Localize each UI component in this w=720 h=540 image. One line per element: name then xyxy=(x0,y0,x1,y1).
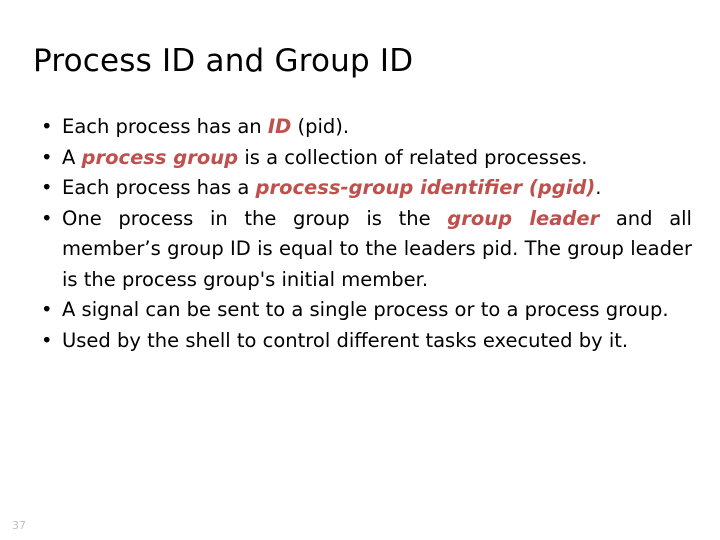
plain-text-run: (pid). xyxy=(291,115,350,138)
list-item: • Used by the shell to control different … xyxy=(30,326,692,357)
plain-text-run: Each process has a xyxy=(62,176,256,199)
list-item: • One process in the group is the group l… xyxy=(30,204,692,296)
bullet-dot-icon: • xyxy=(41,328,53,352)
plain-text-run: A xyxy=(62,145,82,169)
bullet-dot-icon: • xyxy=(41,298,53,321)
list-item-text: Each process has an ID (pid). xyxy=(62,115,349,138)
slide-canvas: Process ID and Group ID • Each process ha… xyxy=(0,0,720,540)
plain-text-run: A signal can be sent to a single process… xyxy=(62,298,669,321)
bullet-dot-icon: • xyxy=(41,145,53,169)
emphasized-term: group leader xyxy=(447,206,600,230)
list-item: • A process group is a collection of rela… xyxy=(30,143,692,174)
slide-body: • Each process has an ID (pid). • A process… xyxy=(30,112,692,356)
plain-text-run: One process in the group is the xyxy=(62,206,448,230)
emphasized-term: ID xyxy=(267,115,292,138)
emphasized-term: process-group identifier (pgid) xyxy=(255,176,596,199)
bullet-dot-icon: • xyxy=(41,206,53,230)
bullet-dot-icon: • xyxy=(41,176,53,199)
page-title: Process ID and Group ID xyxy=(33,43,414,79)
list-item: • Each process has a process-group identi… xyxy=(30,173,692,204)
list-item-text: A process group is a collection of relat… xyxy=(62,146,587,169)
list-item-text: Used by the shell to control different t… xyxy=(62,329,628,352)
list-item-text: A signal can be sent to a single process… xyxy=(62,298,669,321)
list-item-text: One process in the group is the group le… xyxy=(62,207,692,291)
list-item: • Each process has an ID (pid). xyxy=(30,112,692,143)
plain-text-run: is a collection of related processes. xyxy=(238,145,588,169)
bullet-dot-icon: • xyxy=(41,115,53,138)
emphasized-term: process group xyxy=(81,145,239,169)
list-item: • A signal can be sent to a single proces… xyxy=(30,295,692,326)
plain-text-run: Used by the shell to control different t… xyxy=(62,328,629,352)
list-item-text: Each process has a process-group identif… xyxy=(62,176,602,199)
plain-text-run: Each process has an xyxy=(62,115,268,138)
bullet-list: • Each process has an ID (pid). • A process… xyxy=(30,112,692,356)
page-number: 37 xyxy=(12,519,26,532)
plain-text-run: . xyxy=(595,176,602,199)
